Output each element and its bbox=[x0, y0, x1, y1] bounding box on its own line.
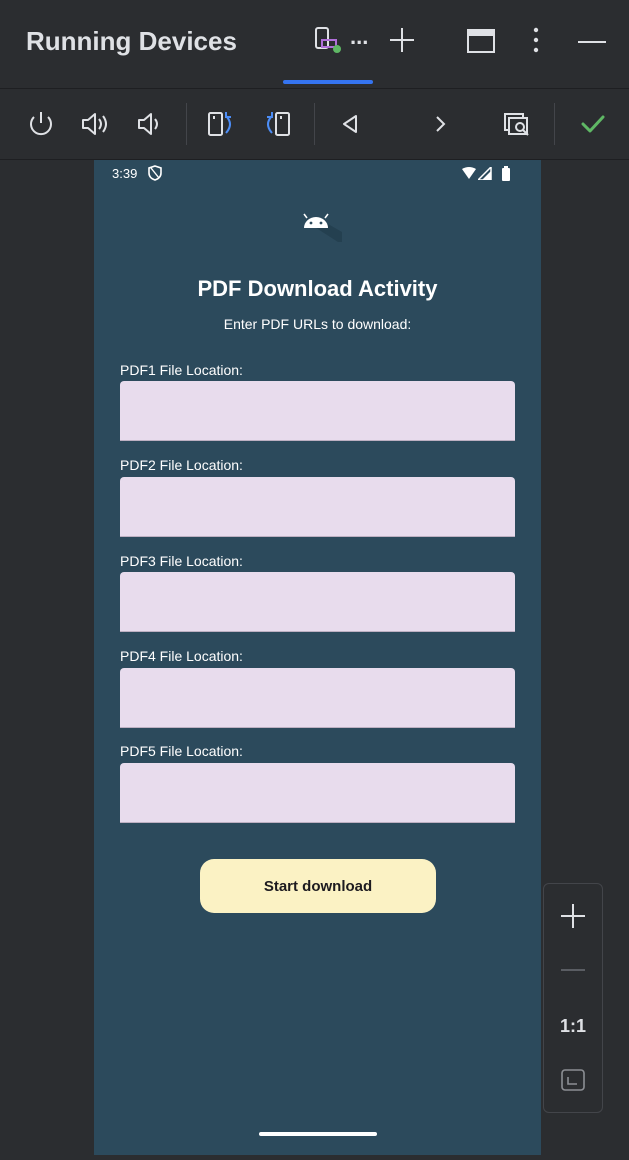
pdf4-label: PDF4 File Location: bbox=[120, 648, 243, 664]
overview-icon[interactable] bbox=[424, 107, 458, 141]
android-logo-icon bbox=[298, 208, 342, 242]
window-title: Running Devices bbox=[26, 26, 237, 56]
fit-screen-icon[interactable] bbox=[557, 1064, 589, 1096]
device-screen[interactable]: 3:39 PDF Download Activity Enter PDF URL bbox=[94, 160, 541, 1155]
pdf3-label: PDF3 File Location: bbox=[120, 553, 243, 569]
pdf2-label: PDF2 File Location: bbox=[120, 457, 243, 473]
shield-icon bbox=[148, 165, 162, 181]
pdf5-label: PDF5 File Location: bbox=[120, 743, 243, 759]
check-icon[interactable] bbox=[576, 107, 610, 141]
activity-subtitle: Enter PDF URLs to download: bbox=[223, 316, 412, 332]
rotate-right-icon[interactable] bbox=[204, 107, 238, 141]
tab-overflow-indicator[interactable]: ... bbox=[350, 24, 386, 60]
device-tab-icon[interactable] bbox=[310, 22, 346, 58]
status-time: 3:39 bbox=[112, 166, 138, 181]
minimize-icon[interactable] bbox=[574, 22, 610, 58]
toolbar-separator bbox=[554, 103, 555, 145]
zoom-actual-size-button[interactable]: 1:1 bbox=[544, 1016, 602, 1037]
pdf1-label: PDF1 File Location: bbox=[120, 362, 243, 378]
pdf4-input[interactable] bbox=[120, 668, 515, 728]
pdf1-input[interactable] bbox=[120, 381, 515, 441]
zoom-out-icon[interactable] bbox=[557, 954, 589, 986]
start-download-button[interactable]: Start download bbox=[200, 859, 436, 913]
battery-icon bbox=[502, 166, 510, 181]
power-icon[interactable] bbox=[24, 107, 58, 141]
zoom-panel: 1:1 bbox=[543, 883, 603, 1113]
status-bar: 3:39 bbox=[94, 160, 541, 188]
more-options-icon[interactable] bbox=[518, 22, 554, 58]
pdf2-input[interactable] bbox=[120, 477, 515, 537]
device-toolbar bbox=[0, 88, 629, 160]
window-layout-icon[interactable] bbox=[464, 22, 500, 58]
volume-up-icon[interactable] bbox=[78, 107, 112, 141]
volume-down-icon[interactable] bbox=[132, 107, 166, 141]
home-indicator[interactable] bbox=[259, 1132, 377, 1136]
zoom-in-icon[interactable] bbox=[557, 900, 589, 932]
add-tab-icon[interactable] bbox=[384, 22, 420, 58]
title-bar: Running Devices ... bbox=[0, 0, 629, 88]
active-tab-indicator bbox=[283, 80, 373, 84]
activity-title: PDF Download Activity bbox=[197, 276, 438, 301]
pdf5-input[interactable] bbox=[120, 763, 515, 823]
cell-signal-icon bbox=[478, 167, 492, 180]
toolbar-separator bbox=[186, 103, 187, 145]
back-icon[interactable] bbox=[334, 107, 368, 141]
screenshot-icon[interactable] bbox=[500, 107, 534, 141]
rotate-left-icon[interactable] bbox=[260, 107, 294, 141]
pdf3-input[interactable] bbox=[120, 572, 515, 632]
toolbar-separator bbox=[314, 103, 315, 145]
wifi-icon bbox=[462, 167, 476, 180]
